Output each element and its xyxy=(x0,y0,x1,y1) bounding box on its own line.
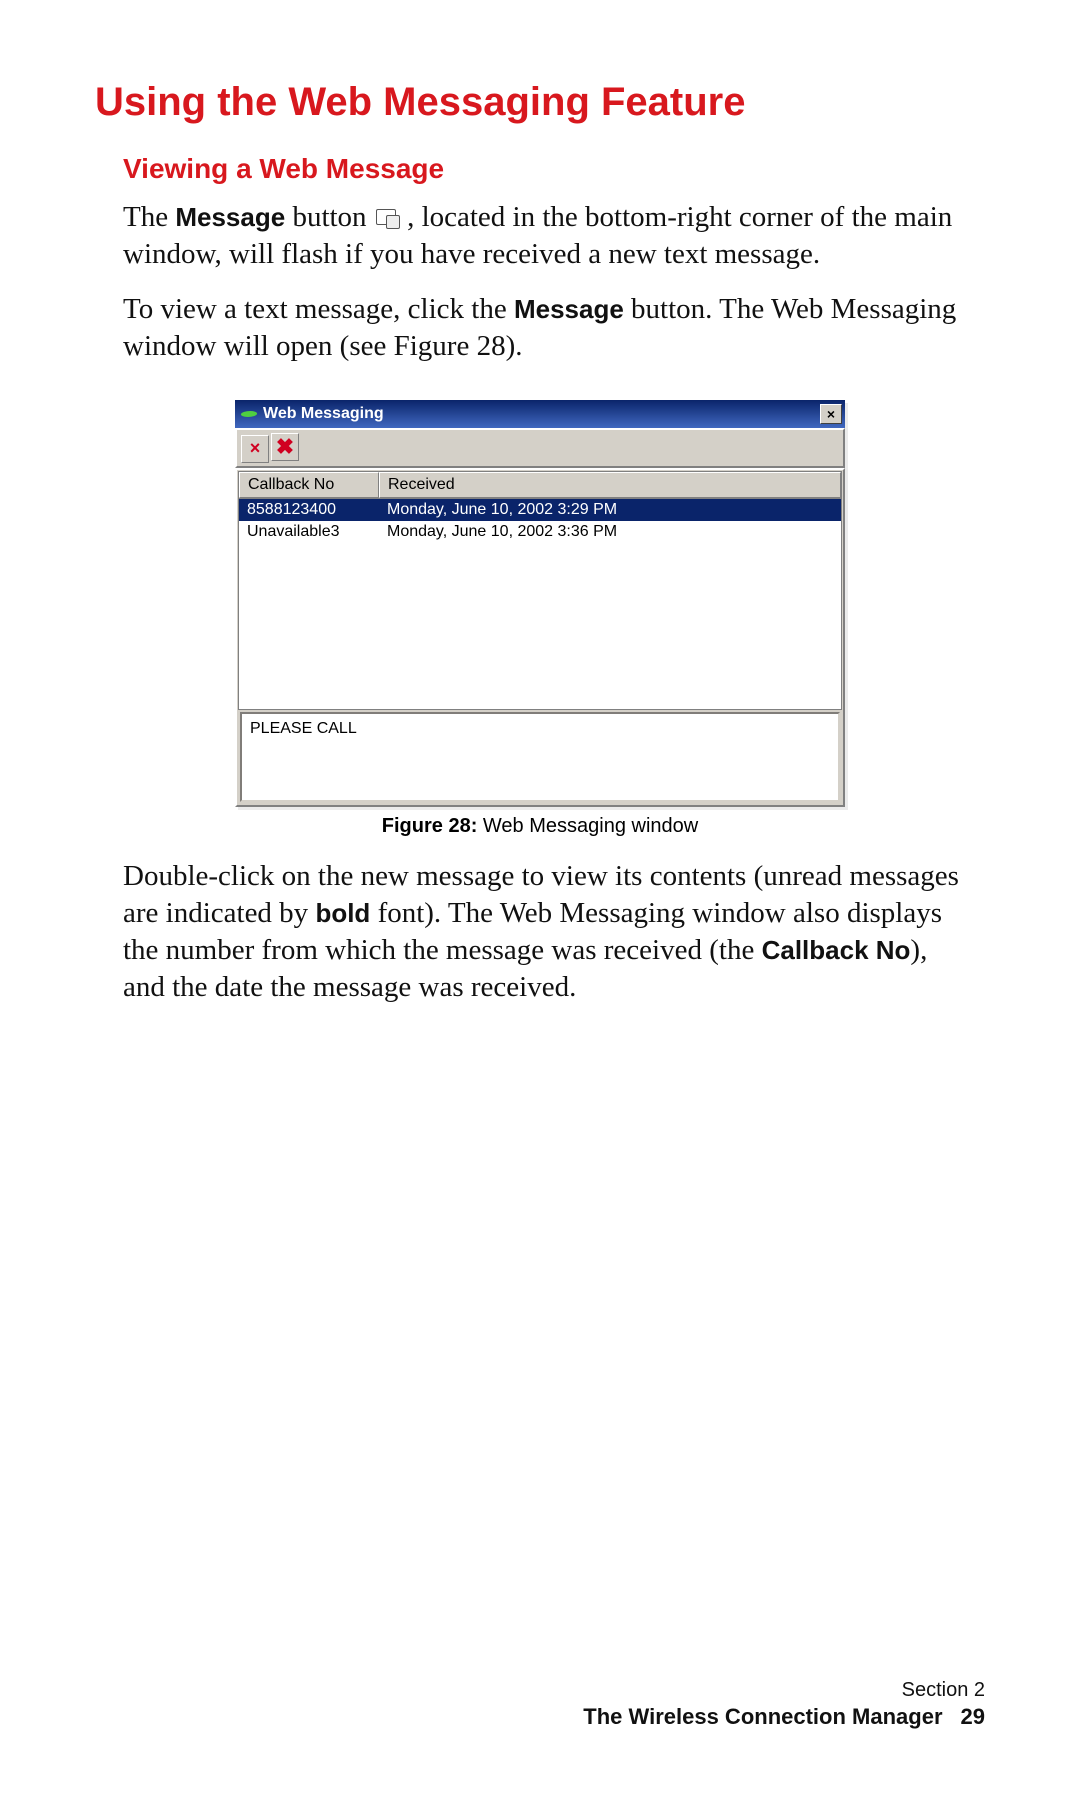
message-preview: PLEASE CALL xyxy=(240,712,840,802)
page-heading: Using the Web Messaging Feature xyxy=(95,80,985,125)
delete-all-button[interactable]: ✖ xyxy=(271,433,299,461)
message-list-box: Callback No Received 8588123400 Monday, … xyxy=(235,468,845,807)
list-item[interactable]: Unavailable3 Monday, June 10, 2002 3:36 … xyxy=(239,521,841,543)
message-icon xyxy=(374,207,400,229)
window-titlebar[interactable]: Web Messaging × xyxy=(235,400,845,428)
header-callback-no[interactable]: Callback No xyxy=(239,472,379,498)
text-bold: Callback No xyxy=(762,935,911,965)
text: To view a text message, click the xyxy=(123,293,514,325)
list-item[interactable]: 8588123400 Monday, June 10, 2002 3:29 PM xyxy=(239,499,841,521)
figure-28: Web Messaging × ×✖ Callback No Received … xyxy=(95,400,985,838)
caption-label: Figure 28: xyxy=(382,815,478,837)
window-title: Web Messaging xyxy=(263,405,384,423)
web-messaging-window: Web Messaging × ×✖ Callback No Received … xyxy=(235,400,845,807)
list-header: Callback No Received xyxy=(239,472,841,499)
footer-title: The Wireless Connection Manager xyxy=(583,1704,942,1729)
page-number: 29 xyxy=(961,1704,985,1729)
text: button xyxy=(285,201,374,233)
app-icon xyxy=(240,411,258,417)
header-received[interactable]: Received xyxy=(379,472,841,498)
section-label: Section 2 xyxy=(583,1679,985,1702)
text: The xyxy=(123,201,175,233)
cell-received: Monday, June 10, 2002 3:36 PM xyxy=(379,521,841,543)
close-button[interactable]: × xyxy=(820,404,842,424)
section-heading: Viewing a Web Message xyxy=(123,153,985,185)
cell-callback-no: 8588123400 xyxy=(239,499,379,521)
delete-button[interactable]: × xyxy=(241,435,269,463)
cell-received: Monday, June 10, 2002 3:29 PM xyxy=(379,499,841,521)
paragraph-3: Double-click on the new message to view … xyxy=(123,858,975,1006)
text-bold: Message xyxy=(514,294,624,324)
paragraph-1: The Message button , located in the bott… xyxy=(123,199,975,273)
text-bold: Message xyxy=(175,202,285,232)
text-bold: bold xyxy=(315,898,370,928)
message-list[interactable]: 8588123400 Monday, June 10, 2002 3:29 PM… xyxy=(239,499,841,709)
cell-callback-no: Unavailable3 xyxy=(239,521,379,543)
toolbar: ×✖ xyxy=(235,428,845,468)
figure-caption: Figure 28: Web Messaging window xyxy=(95,815,985,838)
caption-text: Web Messaging window xyxy=(477,815,698,837)
paragraph-2: To view a text message, click the Messag… xyxy=(123,291,975,365)
page-footer: Section 2 The Wireless Connection Manage… xyxy=(583,1679,985,1730)
